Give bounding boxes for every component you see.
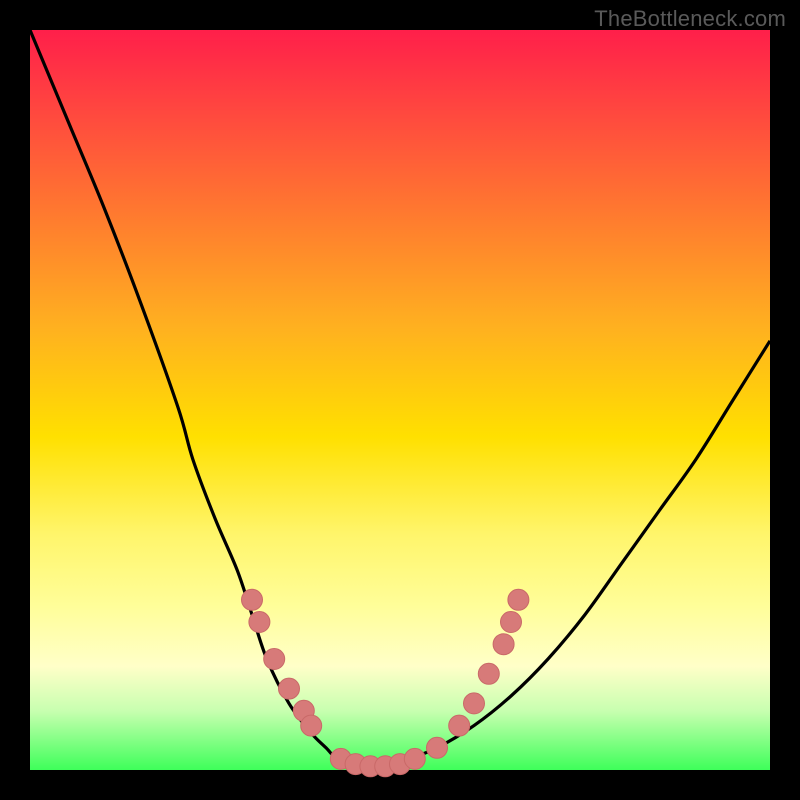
curve-marker bbox=[501, 612, 522, 633]
curve-marker bbox=[242, 589, 263, 610]
curve-marker bbox=[449, 715, 470, 736]
curve-marker bbox=[493, 634, 514, 655]
curve-svg bbox=[30, 30, 770, 770]
curve-marker bbox=[427, 737, 448, 758]
curve-marker bbox=[279, 678, 300, 699]
watermark-text: TheBottleneck.com bbox=[594, 6, 786, 32]
curve-marker bbox=[404, 748, 425, 769]
curve-markers bbox=[242, 589, 529, 777]
bottleneck-curve bbox=[30, 30, 770, 771]
curve-marker bbox=[464, 693, 485, 714]
curve-marker bbox=[301, 715, 322, 736]
curve-marker bbox=[478, 663, 499, 684]
chart-frame: TheBottleneck.com bbox=[0, 0, 800, 800]
curve-marker bbox=[508, 589, 529, 610]
curve-marker bbox=[249, 612, 270, 633]
plot-area bbox=[30, 30, 770, 770]
curve-marker bbox=[264, 649, 285, 670]
